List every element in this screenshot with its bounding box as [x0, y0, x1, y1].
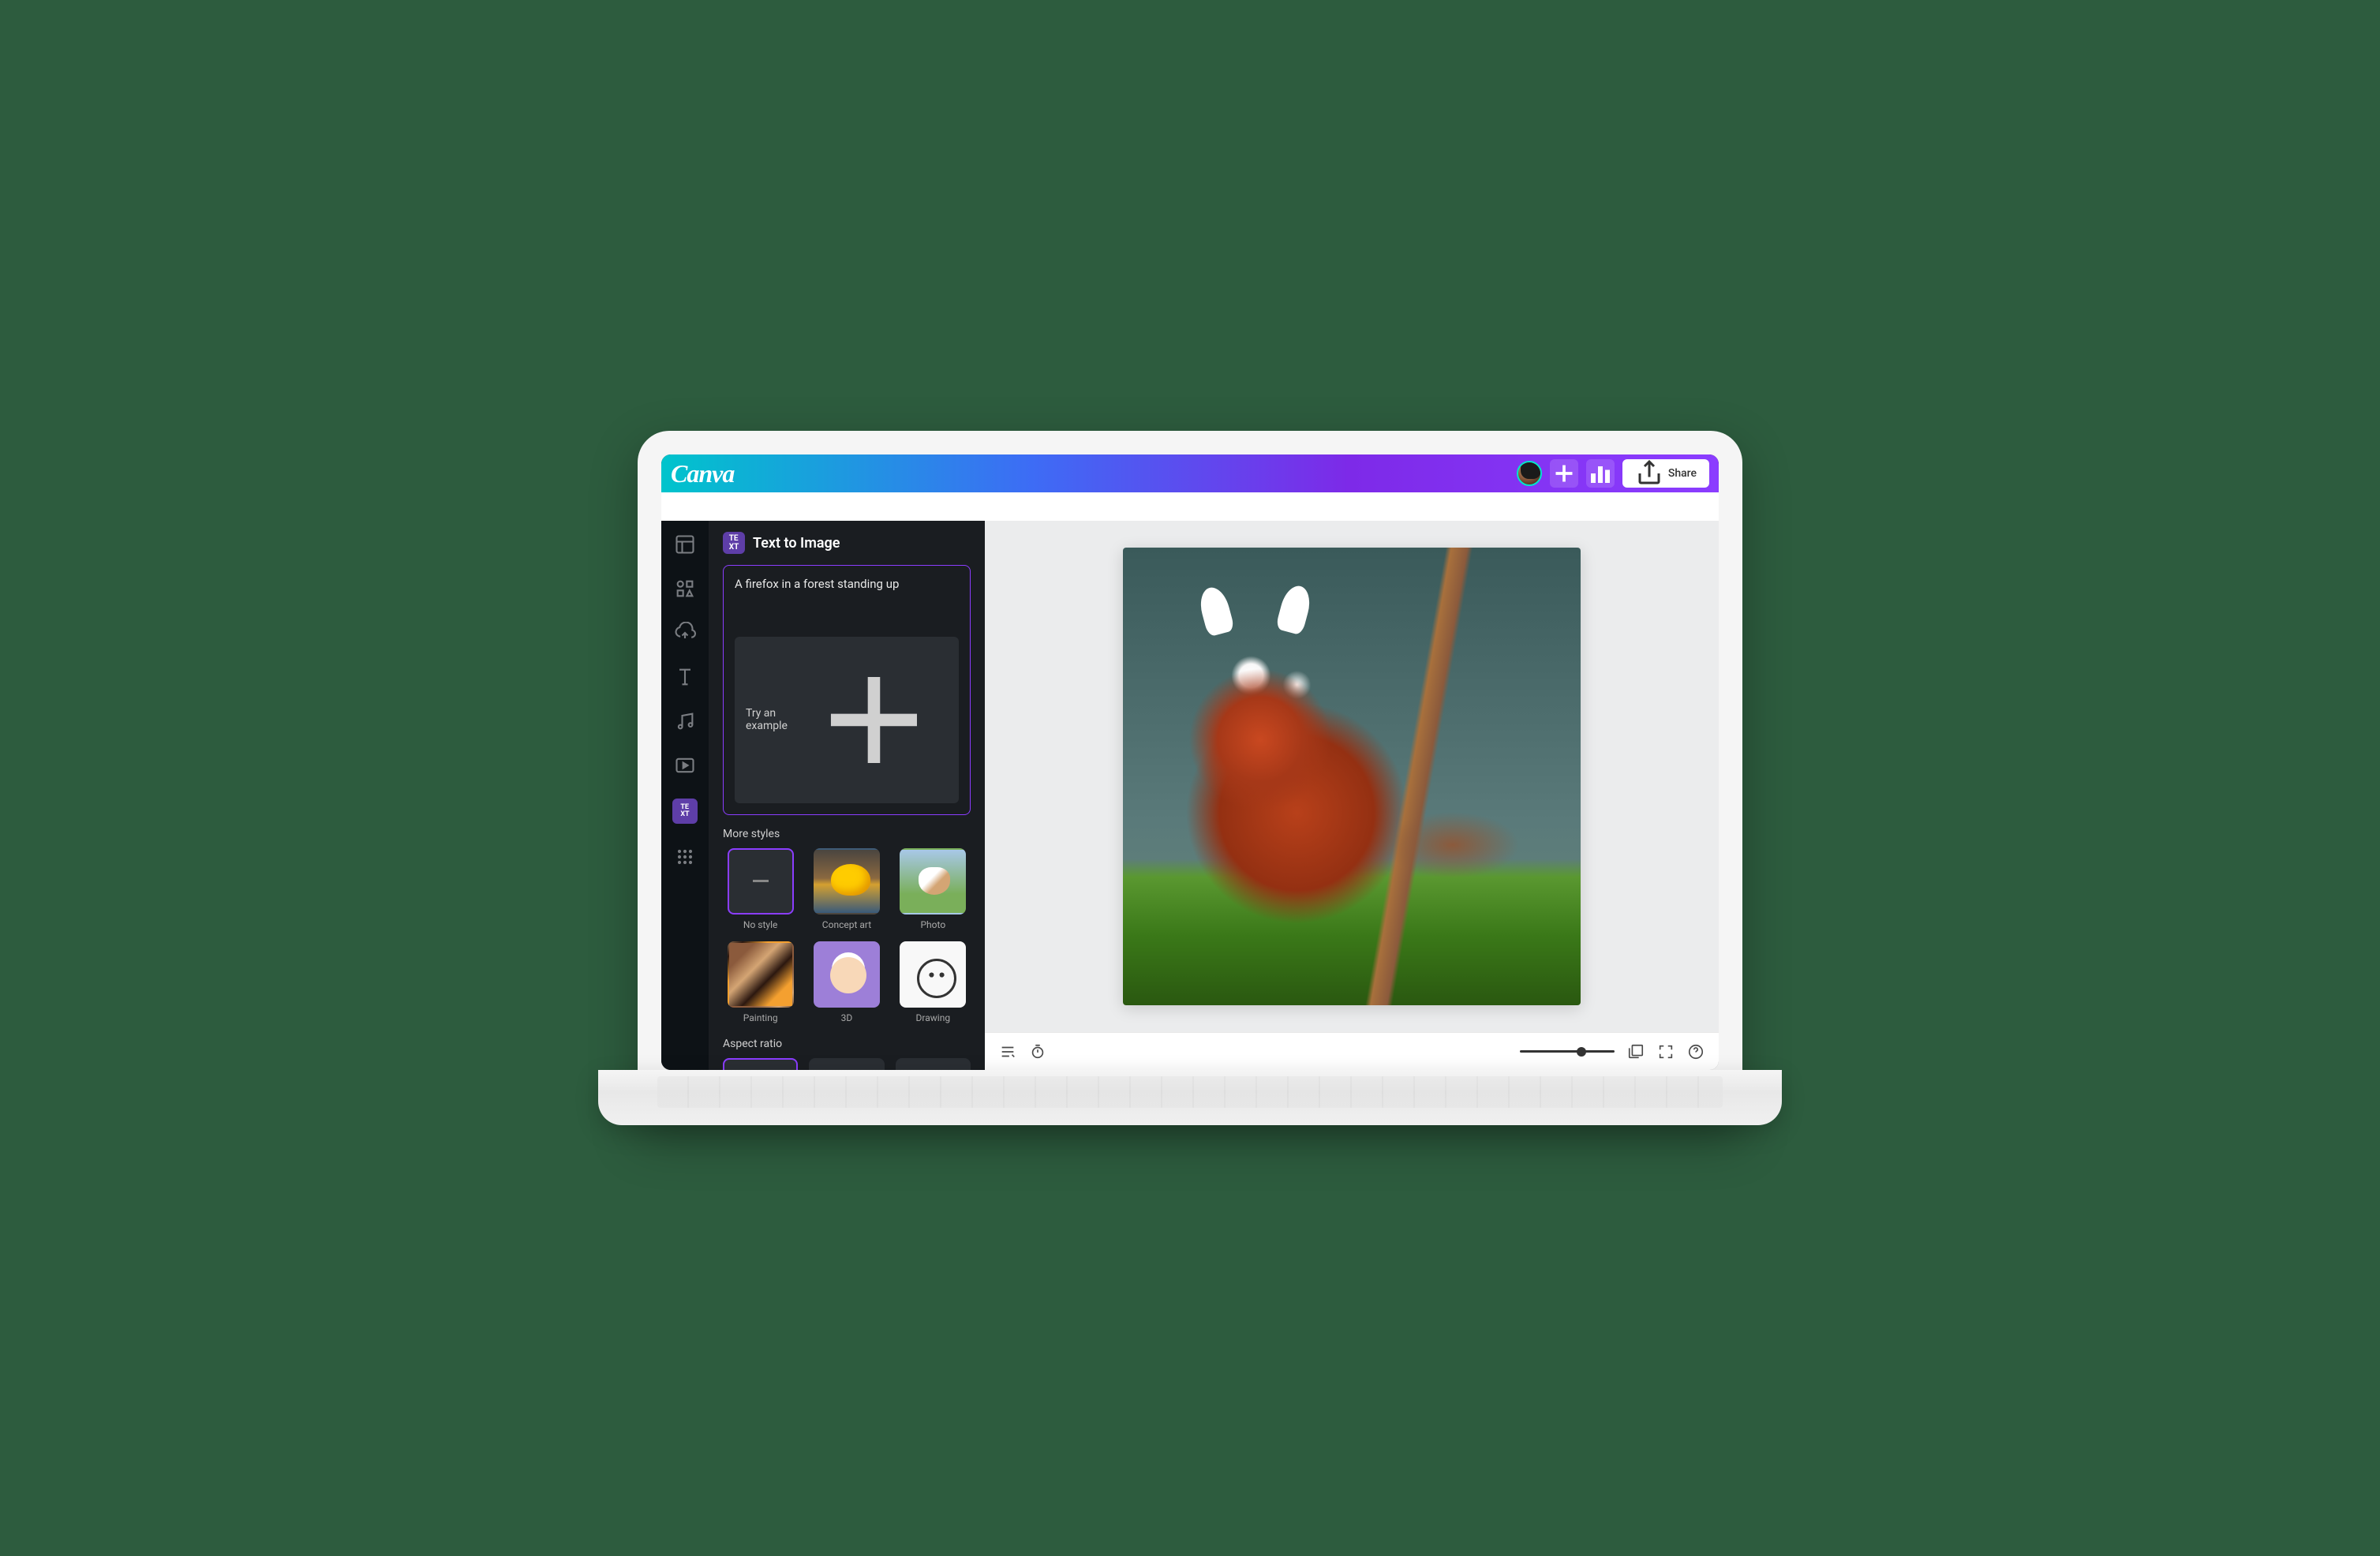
share-label: Share [1668, 467, 1697, 480]
style-3d[interactable]: 3D [809, 941, 884, 1023]
zoom-thumb[interactable] [1577, 1047, 1586, 1057]
text-to-image-panel: TEXT Text to Image Try an example More s… [709, 521, 985, 1070]
notes-icon[interactable] [999, 1043, 1016, 1060]
pages-icon[interactable] [1627, 1043, 1645, 1060]
canva-logo[interactable]: Canva [671, 459, 734, 488]
canvas-viewport[interactable] [985, 521, 1719, 1032]
rail-elements[interactable] [674, 578, 696, 600]
help-icon[interactable] [1687, 1043, 1705, 1060]
aspect-portrait[interactable] [896, 1058, 971, 1070]
aspect-square[interactable] [723, 1058, 798, 1070]
context-toolbar [661, 492, 1719, 521]
prompt-container: Try an example [723, 565, 971, 815]
style-painting[interactable]: Painting [723, 941, 798, 1023]
style-concept-art[interactable]: Concept art [809, 848, 884, 930]
try-example-button[interactable]: Try an example [735, 637, 959, 803]
rail-more[interactable] [674, 846, 696, 868]
text-to-image-icon: TEXT [723, 532, 745, 554]
style-photo[interactable]: Photo [896, 848, 971, 930]
prompt-input[interactable] [735, 577, 959, 624]
add-button[interactable] [1550, 459, 1578, 488]
aspect-landscape[interactable] [809, 1058, 884, 1070]
share-button[interactable]: Share [1622, 459, 1709, 488]
style-drawing[interactable]: Drawing [896, 941, 971, 1023]
styles-grid: No style Concept art Photo Painting 3D D… [723, 848, 971, 1023]
canvas-area [985, 521, 1719, 1070]
rail-videos[interactable] [674, 754, 696, 776]
topbar: Canva Share [661, 454, 1719, 492]
canvas-footer [985, 1032, 1719, 1070]
rail-text-to-image[interactable]: TEXT [672, 799, 698, 824]
zoom-slider[interactable] [1520, 1050, 1615, 1053]
generated-image[interactable] [1123, 548, 1581, 1005]
fullscreen-icon[interactable] [1657, 1043, 1675, 1060]
try-example-label: Try an example [746, 707, 800, 732]
rail-uploads[interactable] [674, 622, 696, 644]
side-rail: TEXT [661, 521, 709, 1070]
user-avatar[interactable] [1517, 461, 1542, 486]
rail-text[interactable] [674, 666, 696, 688]
rail-templates[interactable] [674, 533, 696, 555]
styles-label: More styles [723, 828, 971, 840]
panel-title: Text to Image [753, 535, 840, 552]
laptop-base [598, 1070, 1782, 1125]
aspect-grid [723, 1058, 971, 1070]
aspect-label: Aspect ratio [723, 1038, 971, 1050]
style-none[interactable]: No style [723, 848, 798, 930]
rail-audio[interactable] [674, 710, 696, 732]
timer-icon[interactable] [1029, 1043, 1046, 1060]
analytics-button[interactable] [1586, 459, 1615, 488]
